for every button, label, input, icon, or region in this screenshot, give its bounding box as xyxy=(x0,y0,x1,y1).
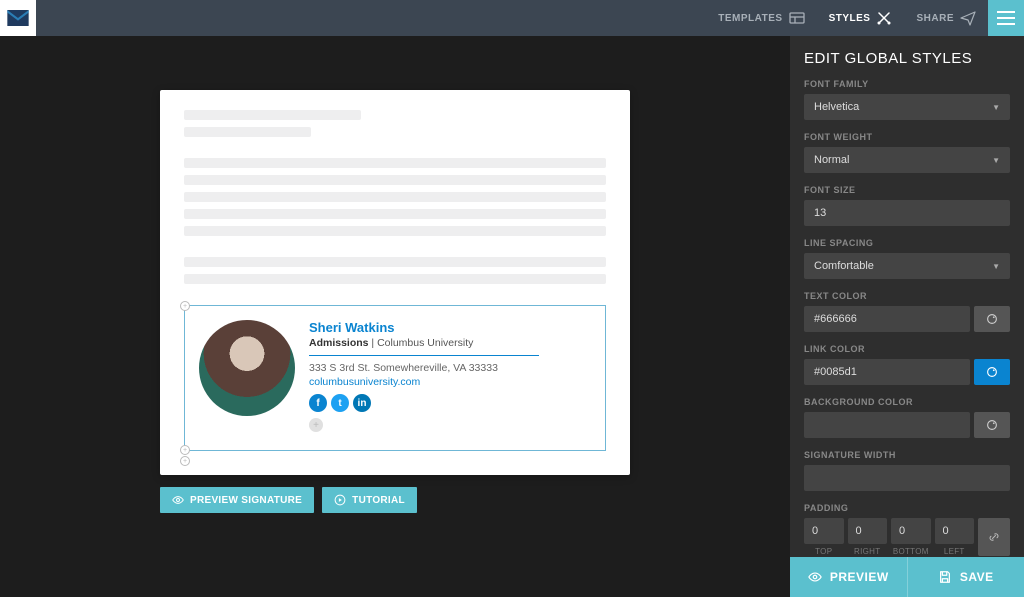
signature-link[interactable]: columbusuniversity.com xyxy=(309,376,591,388)
hamburger-icon xyxy=(997,11,1015,25)
placeholder-line xyxy=(184,257,606,267)
save-button[interactable]: SAVE xyxy=(907,557,1024,597)
padding-top-input[interactable] xyxy=(804,518,844,544)
placeholder-line xyxy=(184,226,606,236)
background-color-swatch[interactable] xyxy=(974,412,1010,438)
text-color-label: TEXT COLOR xyxy=(804,291,1010,301)
play-icon xyxy=(334,494,346,506)
padding-left-input[interactable] xyxy=(935,518,975,544)
canvas-area: + + + Sheri Watkins Admissions | Columbu… xyxy=(0,36,790,597)
templates-icon xyxy=(789,10,805,26)
line-spacing-select[interactable]: Comfortable ▼ xyxy=(804,253,1010,279)
styles-panel: EDIT GLOBAL STYLES FONT FAMILY Helvetica… xyxy=(790,36,1024,597)
social-facebook-icon[interactable]: f xyxy=(309,394,327,412)
background-color-input[interactable] xyxy=(804,412,970,438)
chevron-down-icon: ▼ xyxy=(992,156,1000,165)
nav-styles-label: STYLES xyxy=(829,13,871,24)
padding-label: PADDING xyxy=(804,503,1010,513)
padding-link-button[interactable] xyxy=(978,518,1010,556)
signature-box[interactable]: + + + Sheri Watkins Admissions | Columbu… xyxy=(184,305,606,451)
nav-share-label: SHARE xyxy=(916,13,954,24)
placeholder-line xyxy=(184,175,606,185)
font-family-label: FONT FAMILY xyxy=(804,79,1010,89)
add-handle-below[interactable]: + xyxy=(180,456,190,466)
font-weight-label: FONT WEIGHT xyxy=(804,132,1010,142)
padding-right-input[interactable] xyxy=(848,518,888,544)
line-spacing-label: LINE SPACING xyxy=(804,238,1010,248)
palette-icon xyxy=(985,312,999,326)
tutorial-button[interactable]: TUTORIAL xyxy=(322,487,417,513)
signature-role[interactable]: Admissions | Columbus University xyxy=(309,337,591,349)
preview-button[interactable]: PREVIEW xyxy=(790,557,907,597)
text-color-swatch[interactable] xyxy=(974,306,1010,332)
link-icon xyxy=(988,531,1000,543)
add-handle-top[interactable]: + xyxy=(180,301,190,311)
envelope-icon xyxy=(7,10,29,26)
background-color-label: BACKGROUND COLOR xyxy=(804,397,1010,407)
nav-share[interactable]: SHARE xyxy=(904,0,988,36)
share-icon xyxy=(960,10,976,26)
chevron-down-icon: ▼ xyxy=(992,262,1000,271)
social-linkedin-icon[interactable]: in xyxy=(353,394,371,412)
font-size-label: FONT SIZE xyxy=(804,185,1010,195)
nav-templates-label: TEMPLATES xyxy=(718,13,782,24)
eye-icon xyxy=(172,494,184,506)
placeholder-line xyxy=(184,209,606,219)
signature-width-label: SIGNATURE WIDTH xyxy=(804,450,1010,460)
signature-width-input[interactable] xyxy=(804,465,1010,491)
panel-title: EDIT GLOBAL STYLES xyxy=(804,50,1010,67)
add-handle-bottom-left[interactable]: + xyxy=(180,445,190,455)
padding-bottom-input[interactable] xyxy=(891,518,931,544)
text-color-input[interactable] xyxy=(804,306,970,332)
palette-icon xyxy=(985,418,999,432)
signature-divider xyxy=(309,355,539,356)
link-color-input[interactable] xyxy=(804,359,970,385)
save-icon xyxy=(938,570,952,584)
add-item-button[interactable]: + xyxy=(309,418,323,432)
font-size-input[interactable] xyxy=(804,200,1010,226)
topbar: TEMPLATES STYLES SHARE xyxy=(0,0,1024,36)
nav-styles[interactable]: STYLES xyxy=(817,0,905,36)
signature-socials: f t in xyxy=(309,394,591,412)
placeholder-line xyxy=(184,127,311,137)
placeholder-line xyxy=(184,158,606,168)
padding-right-label: RIGHT xyxy=(848,547,888,556)
placeholder-line xyxy=(184,274,606,284)
padding-left-label: LEFT xyxy=(935,547,975,556)
placeholder-line xyxy=(184,110,361,120)
font-weight-select[interactable]: Normal ▼ xyxy=(804,147,1010,173)
font-family-select[interactable]: Helvetica ▼ xyxy=(804,94,1010,120)
preview-signature-button[interactable]: PREVIEW SIGNATURE xyxy=(160,487,314,513)
social-twitter-icon[interactable]: t xyxy=(331,394,349,412)
eye-icon xyxy=(808,570,822,584)
signature-name[interactable]: Sheri Watkins xyxy=(309,320,591,335)
palette-icon xyxy=(985,365,999,379)
email-canvas[interactable]: + + + Sheri Watkins Admissions | Columbu… xyxy=(160,90,630,475)
link-color-swatch[interactable] xyxy=(974,359,1010,385)
nav-templates[interactable]: TEMPLATES xyxy=(706,0,816,36)
link-color-label: LINK COLOR xyxy=(804,344,1010,354)
app-logo[interactable] xyxy=(0,0,36,36)
padding-bottom-label: BOTTOM xyxy=(891,547,931,556)
styles-icon xyxy=(876,10,892,26)
signature-info: Sheri Watkins Admissions | Columbus Univ… xyxy=(309,320,591,432)
chevron-down-icon: ▼ xyxy=(992,103,1000,112)
signature-avatar[interactable] xyxy=(199,320,295,416)
placeholder-line xyxy=(184,192,606,202)
padding-top-label: TOP xyxy=(804,547,844,556)
menu-button[interactable] xyxy=(988,0,1024,36)
signature-address[interactable]: 333 S 3rd St. Somewhereville, VA 33333 xyxy=(309,362,591,374)
